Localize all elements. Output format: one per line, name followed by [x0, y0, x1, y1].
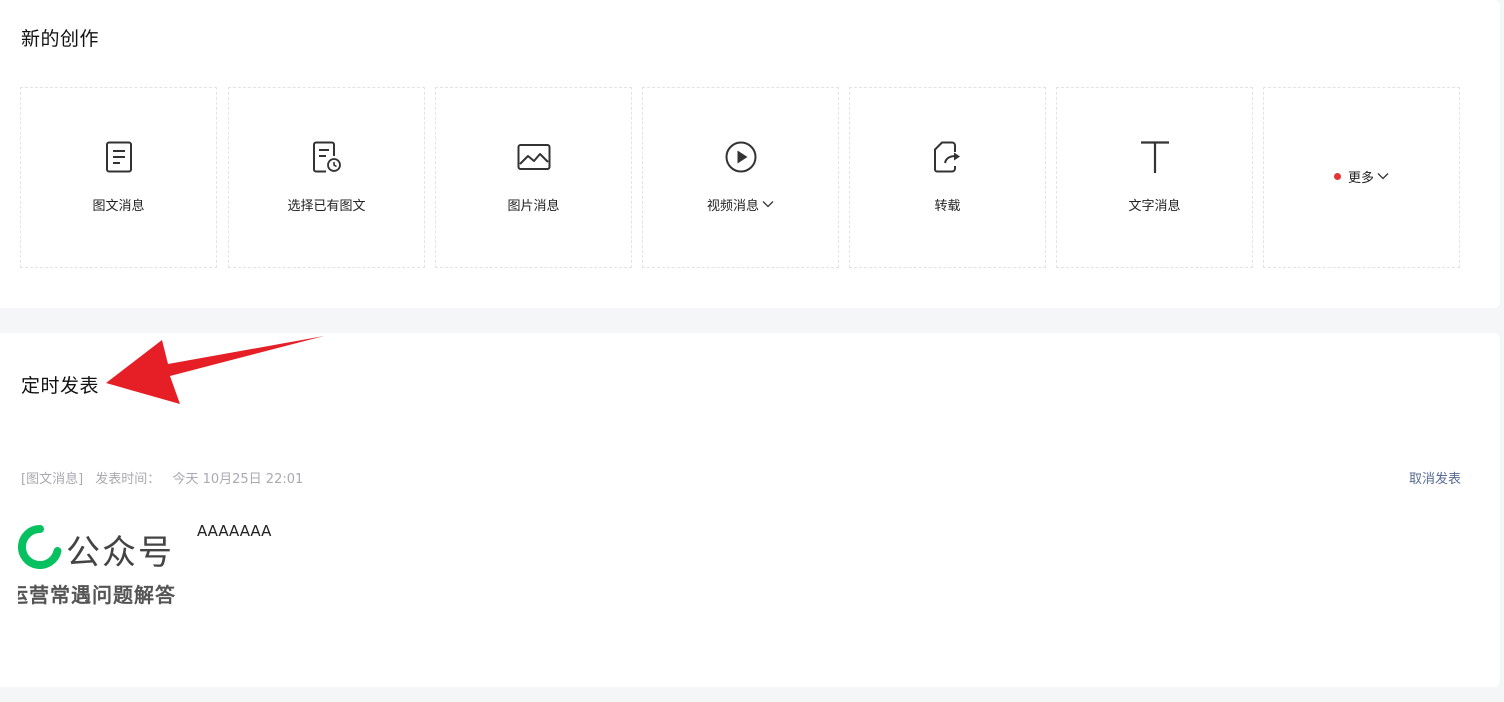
tile-label: 更多	[1347, 171, 1374, 186]
new-creation-panel: 新的创作 图文消息 选择已有图文 图片消息 视频消息 转载 文字消息 更多	[0, 0, 1500, 308]
tile-label: 转载	[934, 199, 961, 214]
scheduled-item-meta: [图文消息] 发表时间： 今天 10月25日 22:01	[21, 468, 311, 487]
new-creation-title: 新的创作	[21, 28, 100, 50]
thumbnail-brand-text: 公众号	[66, 533, 174, 573]
tile-repost[interactable]: 转载	[849, 87, 1046, 268]
image-icon	[517, 140, 551, 174]
tile-label: 文字消息	[1128, 199, 1181, 214]
tile-label: 图文消息	[92, 199, 145, 214]
red-dot-icon	[1333, 173, 1341, 180]
tile-video-message[interactable]: 视频消息	[642, 87, 839, 268]
play-circle-icon	[724, 140, 758, 174]
article-title[interactable]: AAAAAAA	[197, 522, 271, 540]
thumbnail-subtitle: 运营常遇问题解答	[18, 583, 176, 607]
scheduled-publish-title: 定时发表	[21, 375, 100, 397]
tile-label: 视频消息	[706, 199, 759, 214]
tile-text-message[interactable]: 文字消息	[1056, 87, 1253, 268]
share-forward-icon	[931, 140, 965, 174]
document-clock-icon	[310, 140, 344, 174]
tile-label: 选择已有图文	[287, 199, 366, 214]
tile-select-existing-article[interactable]: 选择已有图文	[228, 87, 425, 268]
publish-time-label: 发表时间：	[95, 472, 161, 487]
publish-time-value: 今天 10月25日 22:01	[172, 472, 304, 487]
message-type-tag: [图文消息]	[21, 472, 84, 487]
tile-article-message[interactable]: 图文消息	[20, 87, 217, 268]
cancel-publish-link[interactable]: 取消发表	[1409, 468, 1461, 487]
wechat-official-account-logo-icon	[18, 525, 62, 569]
tile-more[interactable]: 更多	[1263, 87, 1460, 268]
document-icon	[102, 140, 136, 174]
article-thumbnail[interactable]: 公众号 运营常遇问题解答	[18, 519, 180, 611]
chevron-down-icon	[1377, 169, 1389, 184]
tile-image-message[interactable]: 图片消息	[435, 87, 632, 268]
tile-label: 图片消息	[507, 199, 560, 214]
chevron-down-icon[interactable]	[762, 197, 774, 212]
text-t-icon	[1138, 140, 1172, 174]
scheduled-publish-panel: 定时发表 [图文消息] 发表时间： 今天 10月25日 22:01 取消发表 公…	[0, 333, 1500, 687]
